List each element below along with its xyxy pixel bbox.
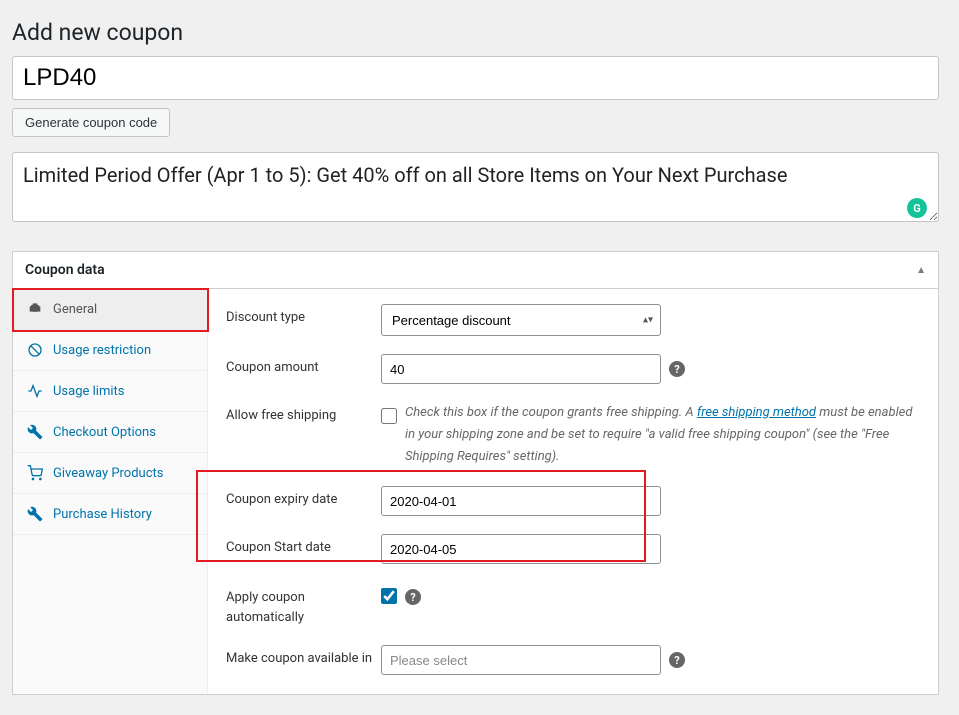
panel-title: Coupon data — [25, 262, 105, 278]
coupon-data-panel: Coupon data ▲ General Usage restriction … — [12, 251, 939, 695]
tab-label: Usage limits — [53, 384, 124, 399]
free-shipping-description: Check this box if the coupon grants free… — [405, 402, 920, 468]
tab-label: Giveaway Products — [53, 466, 163, 481]
tab-label: Checkout Options — [53, 425, 156, 440]
free-shipping-checkbox[interactable] — [381, 408, 397, 424]
start-date-input[interactable] — [381, 534, 661, 564]
apply-auto-checkbox[interactable] — [381, 588, 397, 604]
generate-coupon-code-button[interactable]: Generate coupon code — [12, 108, 170, 137]
coupon-amount-label: Coupon amount — [226, 354, 381, 375]
cart-icon — [27, 465, 43, 481]
tab-usage-limits[interactable]: Usage limits — [13, 371, 207, 412]
coupon-amount-input[interactable] — [381, 354, 661, 384]
general-tab-content: Discount type Percentage discount ▴▾ Cou… — [208, 289, 938, 694]
coupon-code-input[interactable] — [12, 56, 939, 100]
ban-icon — [27, 342, 43, 358]
tab-general[interactable]: General — [13, 289, 207, 330]
tab-label: General — [53, 302, 97, 317]
apply-auto-label: Apply coupon automatically — [226, 582, 381, 627]
help-icon[interactable]: ? — [669, 361, 685, 377]
tabs-sidebar: General Usage restriction Usage limits C… — [13, 289, 208, 694]
tab-label: Usage restriction — [53, 343, 151, 358]
discount-type-select[interactable]: Percentage discount — [381, 304, 661, 336]
free-shipping-label: Allow free shipping — [226, 402, 381, 423]
free-shipping-method-link[interactable]: free shipping method — [697, 405, 816, 420]
panel-header[interactable]: Coupon data ▲ — [13, 252, 938, 289]
tab-checkout-options[interactable]: Checkout Options — [13, 412, 207, 453]
wrench-icon — [27, 424, 43, 440]
start-date-label: Coupon Start date — [226, 534, 381, 555]
available-in-label: Make coupon available in — [226, 645, 381, 666]
expiry-date-input[interactable] — [381, 486, 661, 516]
page-title: Add new coupon — [12, 10, 939, 56]
discount-type-label: Discount type — [226, 304, 381, 325]
tab-usage-restriction[interactable]: Usage restriction — [13, 330, 207, 371]
available-in-select[interactable] — [381, 645, 661, 675]
help-icon[interactable]: ? — [405, 589, 421, 605]
tab-giveaway-products[interactable]: Giveaway Products — [13, 453, 207, 494]
help-icon[interactable]: ? — [669, 652, 685, 668]
coupon-description-textarea[interactable]: Limited Period Offer (Apr 1 to 5): Get 4… — [12, 152, 939, 222]
tab-label: Purchase History — [53, 507, 152, 522]
ticket-icon — [27, 301, 43, 317]
collapse-icon[interactable]: ▲ — [916, 265, 926, 276]
grammarly-icon[interactable]: G — [907, 198, 927, 218]
wrench-icon — [27, 506, 43, 522]
expiry-date-label: Coupon expiry date — [226, 486, 381, 507]
tab-purchase-history[interactable]: Purchase History — [13, 494, 207, 535]
activity-icon — [27, 383, 43, 399]
